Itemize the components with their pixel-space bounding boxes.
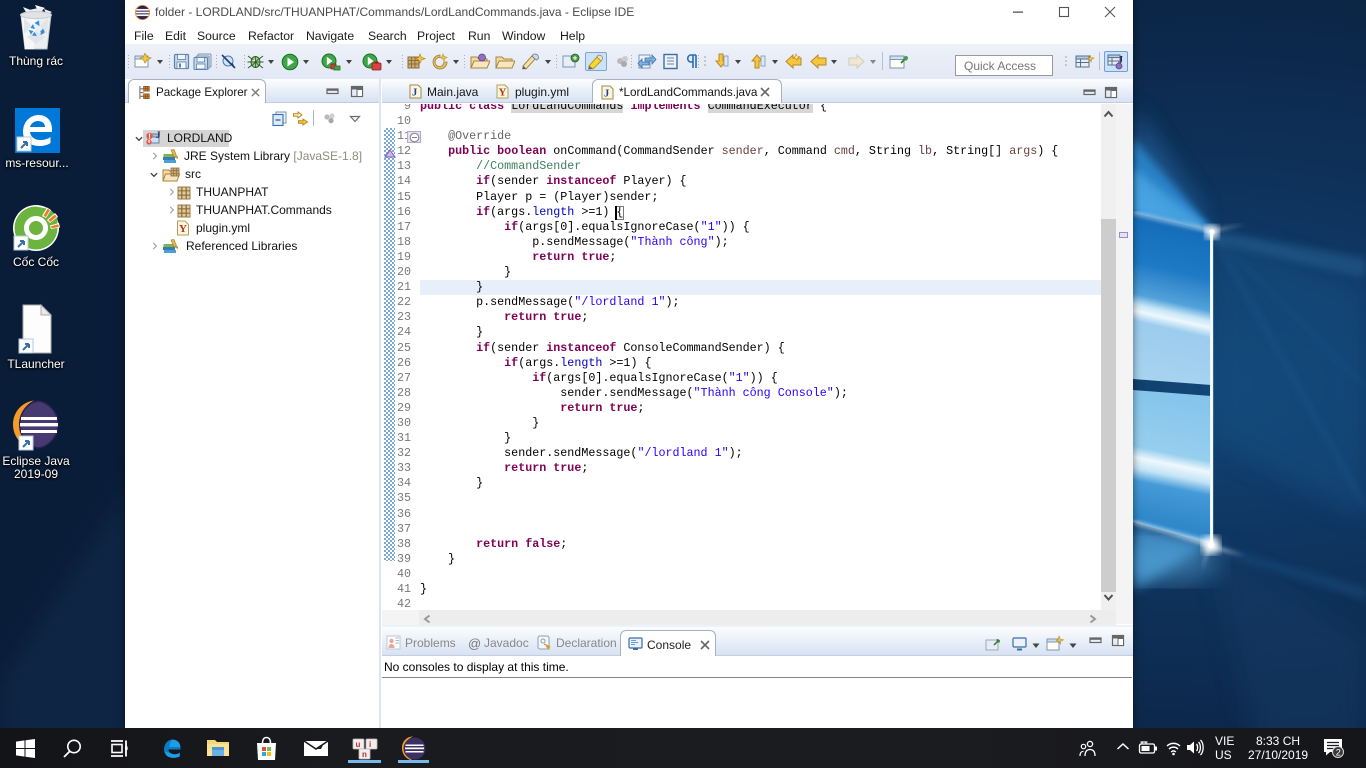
svg-text:2: 2: [1336, 748, 1341, 758]
svg-text:i: i: [369, 740, 371, 749]
svg-text:n: n: [362, 750, 367, 759]
svg-text:u: u: [356, 740, 361, 749]
svg-text:Y: Y: [179, 223, 187, 235]
svg-text:J: J: [604, 89, 609, 100]
svg-text:J: J: [412, 88, 417, 99]
svg-text:J: J: [156, 130, 161, 140]
svg-text:Y: Y: [499, 87, 507, 99]
